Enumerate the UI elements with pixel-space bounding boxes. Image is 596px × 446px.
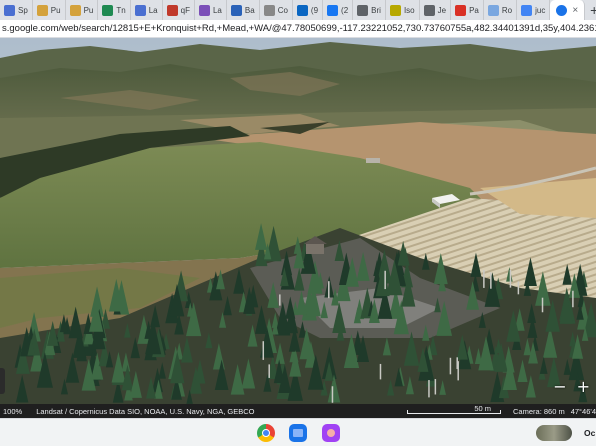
dead-snag: [517, 281, 520, 295]
dead-snag: [456, 357, 458, 370]
scale-label: 50 m: [474, 404, 492, 413]
tab-label: qF: [180, 5, 190, 15]
scale-line: [407, 413, 502, 414]
tab-label: Pu: [83, 5, 94, 15]
tab-favicon-icon: [166, 4, 178, 16]
dead-snag: [379, 363, 382, 380]
chrome-icon[interactable]: [257, 424, 275, 442]
tab-favicon-icon: [230, 4, 242, 16]
scale-bar: 50 m: [407, 404, 502, 415]
tab[interactable]: Ro: [484, 0, 518, 20]
tab-favicon-icon: [423, 4, 435, 16]
tab-strip: Sp Pu Pu Tn La qF La Ba Co (9 (2 Bri Iso Je Pa Ro juc × +: [0, 0, 596, 20]
date-label[interactable]: Oc: [584, 428, 595, 438]
tab-favicon-icon: [357, 4, 369, 16]
photos-app-icon[interactable]: [322, 424, 340, 442]
tab-label: La: [148, 5, 158, 15]
address-bar[interactable]: s.google.com/web/search/12815+E+Kronquis…: [0, 20, 596, 38]
earth-3d-view[interactable]: [0, 38, 596, 404]
tab-label: (2: [341, 5, 349, 15]
tab[interactable]: Ba: [227, 0, 260, 20]
tab[interactable]: Co: [260, 0, 293, 20]
tab-label: Ro: [501, 5, 513, 15]
dead-snag: [434, 379, 437, 395]
tab[interactable]: Sp: [0, 0, 33, 20]
new-tab-button[interactable]: +: [585, 2, 596, 18]
tab-label: Pa: [469, 5, 479, 15]
tab-favicon-icon: [36, 4, 48, 16]
tab-favicon-icon: [134, 4, 146, 16]
dead-snag: [262, 341, 265, 360]
tab-active[interactable]: ×: [550, 0, 586, 20]
tab-label: (9: [310, 5, 319, 15]
tab-favicon-icon: [389, 4, 401, 16]
tab[interactable]: Pu: [33, 0, 66, 20]
url-text[interactable]: s.google.com/web/search/12815+E+Kronquis…: [2, 23, 596, 34]
tab-favicon-icon: [102, 4, 114, 16]
dead-snag: [541, 297, 544, 313]
tab-label: Co: [277, 5, 288, 15]
dead-snag: [509, 269, 512, 288]
tab[interactable]: Je: [420, 0, 452, 20]
tab[interactable]: qF: [163, 0, 195, 20]
tab[interactable]: Bri: [353, 0, 386, 20]
tab[interactable]: Pu: [66, 0, 99, 20]
tab[interactable]: Pa: [451, 0, 484, 20]
tab-favicon-icon: [521, 4, 533, 16]
tab-label: Bri: [371, 5, 381, 15]
coordinates: 47°46'4: [570, 406, 596, 416]
dead-snag: [490, 272, 492, 289]
tab-label: juc: [535, 5, 546, 15]
dead-snag: [328, 281, 330, 299]
files-app-icon[interactable]: [289, 424, 307, 442]
zoom-out-button[interactable]: −: [553, 377, 566, 396]
tab-label: Sp: [18, 5, 28, 15]
map-status-bar: 100% Landsat / Copernicus Data SIO, NOAA…: [0, 404, 596, 418]
google-earth-icon: [556, 4, 568, 16]
close-tab-icon[interactable]: ×: [572, 5, 578, 16]
tab[interactable]: Iso: [386, 0, 420, 20]
tab[interactable]: (9: [293, 0, 324, 20]
tab-favicon-icon: [296, 4, 308, 16]
tab-favicon-icon: [198, 4, 210, 16]
dead-snag: [483, 269, 485, 288]
dead-snag: [279, 294, 281, 306]
tab-favicon-icon: [455, 4, 467, 16]
tab-favicon-icon: [263, 4, 275, 16]
zoom-in-button[interactable]: +: [577, 377, 590, 396]
dead-snag: [384, 270, 386, 290]
zoom-level: 100%: [3, 406, 23, 416]
dead-snag: [268, 364, 270, 378]
tab[interactable]: juc: [517, 0, 551, 20]
scale-tick-left: [407, 410, 409, 414]
aerial-terrain[interactable]: [0, 38, 596, 404]
os-shelf: Oc: [0, 418, 596, 446]
tab-label: Pu: [50, 5, 61, 15]
tab-label: Ba: [244, 5, 255, 15]
dead-snag: [449, 357, 452, 375]
camera-altitude: Camera: 860 m: [513, 406, 565, 416]
side-panel-handle[interactable]: [0, 368, 5, 394]
tab-favicon-icon: [4, 4, 15, 16]
tab[interactable]: (2: [323, 0, 354, 20]
tab-label: Tn: [116, 5, 126, 15]
dead-snag: [428, 380, 430, 398]
tab-favicon-icon: [69, 4, 81, 16]
account-avatar[interactable]: [536, 425, 572, 441]
zoom-controls: − +: [553, 377, 590, 396]
tab-label: Iso: [403, 5, 415, 15]
tab-favicon-icon: [487, 4, 499, 16]
tab[interactable]: Tn: [98, 0, 131, 20]
data-attribution[interactable]: Landsat / Copernicus Data SIO, NOAA, U.S…: [36, 407, 254, 416]
tab-label: Je: [437, 5, 447, 15]
dead-snag: [572, 290, 574, 308]
dead-snag: [331, 386, 334, 403]
tab[interactable]: La: [195, 0, 227, 20]
tab-favicon-icon: [327, 4, 339, 16]
tab-label: La: [212, 5, 222, 15]
scale-tick-right: [500, 410, 502, 414]
tab[interactable]: La: [131, 0, 163, 20]
